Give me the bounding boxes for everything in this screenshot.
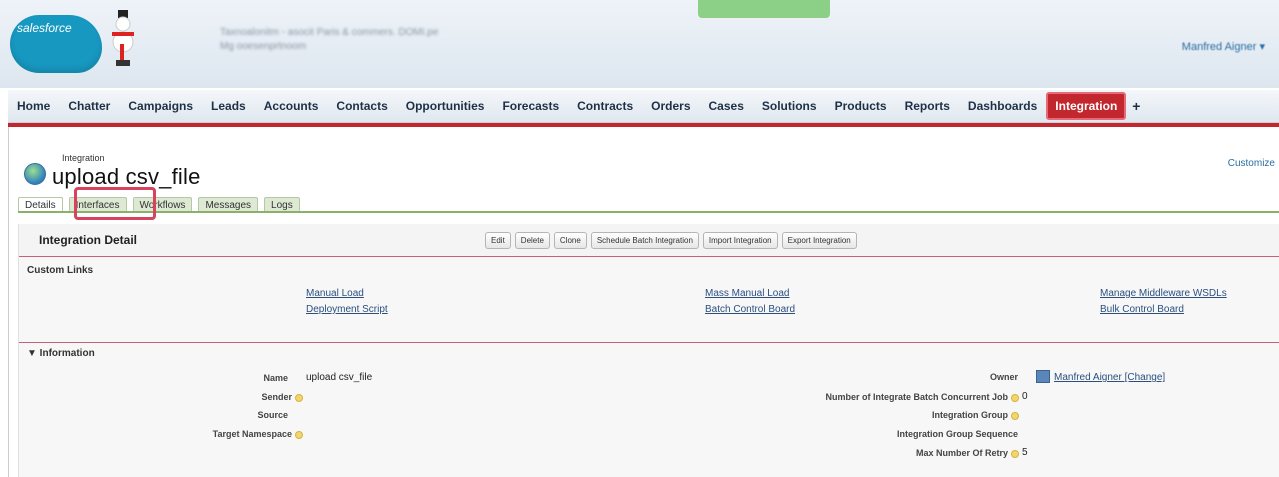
nav-tab-integration[interactable]: Integration xyxy=(1046,92,1127,120)
bulk-control-board-link[interactable]: Bulk Control Board xyxy=(1100,304,1184,315)
nav-tab-orders[interactable]: Orders xyxy=(642,90,699,122)
field-label-max-retry: Max Number Of Retry xyxy=(916,448,1019,458)
nav-tab-opportunities[interactable]: Opportunities xyxy=(397,90,494,122)
clone-button[interactable]: Clone xyxy=(553,232,587,249)
nav-tab-accounts[interactable]: Accounts xyxy=(255,90,328,122)
nav-tab-forecasts[interactable]: Forecasts xyxy=(493,90,568,122)
logo-text: salesforce xyxy=(17,21,72,35)
section-separator xyxy=(19,342,1279,343)
max-retry-label-text: Max Number Of Retry xyxy=(915,448,1008,458)
nav-tab-leads[interactable]: Leads xyxy=(202,90,255,122)
field-label-source: Source xyxy=(257,410,288,420)
record-sub-tabs: Details Interfaces Workflows Messages Logs xyxy=(18,195,306,212)
information-heading[interactable]: ▼ Information xyxy=(27,348,95,359)
manage-middleware-wsdls-link[interactable]: Manage Middleware WSDLs xyxy=(1100,288,1227,299)
field-label-group-sequence: Integration Group Sequence xyxy=(896,429,1018,439)
field-value-concurrent-job: 0 xyxy=(1022,391,1028,402)
add-tab-plus-icon[interactable]: + xyxy=(1126,98,1140,114)
custom-links-heading: Custom Links xyxy=(27,265,94,276)
edit-button[interactable]: Edit xyxy=(485,232,511,249)
field-label-owner: Owner xyxy=(989,372,1018,382)
help-icon[interactable] xyxy=(1011,411,1019,420)
snowman-mascot-icon xyxy=(112,10,134,66)
delete-button[interactable]: Delete xyxy=(514,232,550,249)
org-info-blurred: Taxnoalonitm - asocit Paris & commers. D… xyxy=(220,26,560,66)
nav-tab-chatter[interactable]: Chatter xyxy=(59,90,119,122)
nav-tab-dashboards[interactable]: Dashboards xyxy=(959,90,1046,122)
subtab-logs[interactable]: Logs xyxy=(264,197,300,212)
owner-link[interactable]: Manfred Aigner [Change] xyxy=(1054,372,1165,383)
org-info-line-2: Mg ooesenprtnoom xyxy=(220,41,307,52)
chevron-down-icon: ▾ xyxy=(1259,41,1265,53)
nav-tab-solutions[interactable]: Solutions xyxy=(753,90,826,122)
panel-header: Integration Detail Edit Delete Clone Schedu… xyxy=(19,224,1279,257)
field-label-target-namespace: Target Namespace xyxy=(213,429,303,439)
panel-title: Integration Detail xyxy=(39,233,138,247)
field-label-integration-group: Integration Group xyxy=(932,410,1019,420)
nav-tab-contacts[interactable]: Contacts xyxy=(327,90,396,122)
nav-tab-reports[interactable]: Reports xyxy=(896,90,959,122)
help-icon[interactable] xyxy=(1011,393,1019,402)
import-integration-button[interactable]: Import Integration xyxy=(702,232,778,249)
nav-tab-campaigns[interactable]: Campaigns xyxy=(119,90,202,122)
nav-tab-products[interactable]: Products xyxy=(826,90,896,122)
object-type-label: Integration xyxy=(62,153,105,163)
owner-avatar-icon xyxy=(1036,370,1050,383)
mass-manual-load-link[interactable]: Mass Manual Load xyxy=(705,288,790,299)
org-info-line-1: Taxnoalonitm - asocit Paris & commers. D… xyxy=(220,27,439,38)
integration-detail-panel: Integration Detail Edit Delete Clone Schedu… xyxy=(18,224,1279,477)
left-edge-line xyxy=(8,127,9,477)
help-icon[interactable] xyxy=(295,430,303,439)
customize-link[interactable]: Customize xyxy=(1228,158,1275,169)
field-value-name: upload csv_file xyxy=(306,372,373,383)
detail-button-bar: Edit Delete Clone Schedule Batch Integratio… xyxy=(485,232,861,249)
main-nav-bar: Home Chatter Campaigns Leads Accounts Contact… xyxy=(8,90,1279,123)
subtab-messages[interactable]: Messages xyxy=(198,197,259,212)
sender-label-text: Sender xyxy=(261,392,292,402)
subtab-details[interactable]: Details xyxy=(18,197,63,212)
schedule-batch-integration-button[interactable]: Schedule Batch Integration xyxy=(590,232,699,249)
app-header: salesforce Taxnoalonitm - asocit Paris &… xyxy=(0,0,1279,88)
nav-red-rule xyxy=(8,123,1279,127)
target-namespace-label-text: Target Namespace xyxy=(212,429,292,439)
setup-tab-green[interactable] xyxy=(698,0,830,18)
manual-load-link[interactable]: Manual Load xyxy=(306,288,364,299)
help-icon[interactable] xyxy=(295,393,303,402)
batch-control-board-link[interactable]: Batch Control Board xyxy=(705,304,795,315)
concurrent-job-label-text: Number of Integrate Batch Concurrent Job xyxy=(825,392,1008,402)
user-name: Manfred Aigner xyxy=(1181,41,1257,53)
sub-tab-underline xyxy=(18,211,1279,213)
field-label-concurrent-job: Number of Integrate Batch Concurrent Job xyxy=(825,392,1019,402)
nav-tab-cases[interactable]: Cases xyxy=(700,90,753,122)
field-value-max-retry: 5 xyxy=(1022,447,1028,458)
interfaces-tab-highlight xyxy=(74,187,156,220)
export-integration-button[interactable]: Export Integration xyxy=(781,232,857,249)
integration-group-label-text: Integration Group xyxy=(932,410,1008,420)
nav-tab-contracts[interactable]: Contracts xyxy=(568,90,642,122)
field-label-sender: Sender xyxy=(261,392,303,402)
help-icon[interactable] xyxy=(1011,449,1019,458)
field-label-name: Name xyxy=(263,373,288,383)
user-menu[interactable]: Manfred Aigner ▾ xyxy=(1182,40,1265,53)
integration-globe-icon xyxy=(24,163,46,185)
nav-tab-home[interactable]: Home xyxy=(8,90,59,122)
deployment-script-link[interactable]: Deployment Script xyxy=(306,304,388,315)
